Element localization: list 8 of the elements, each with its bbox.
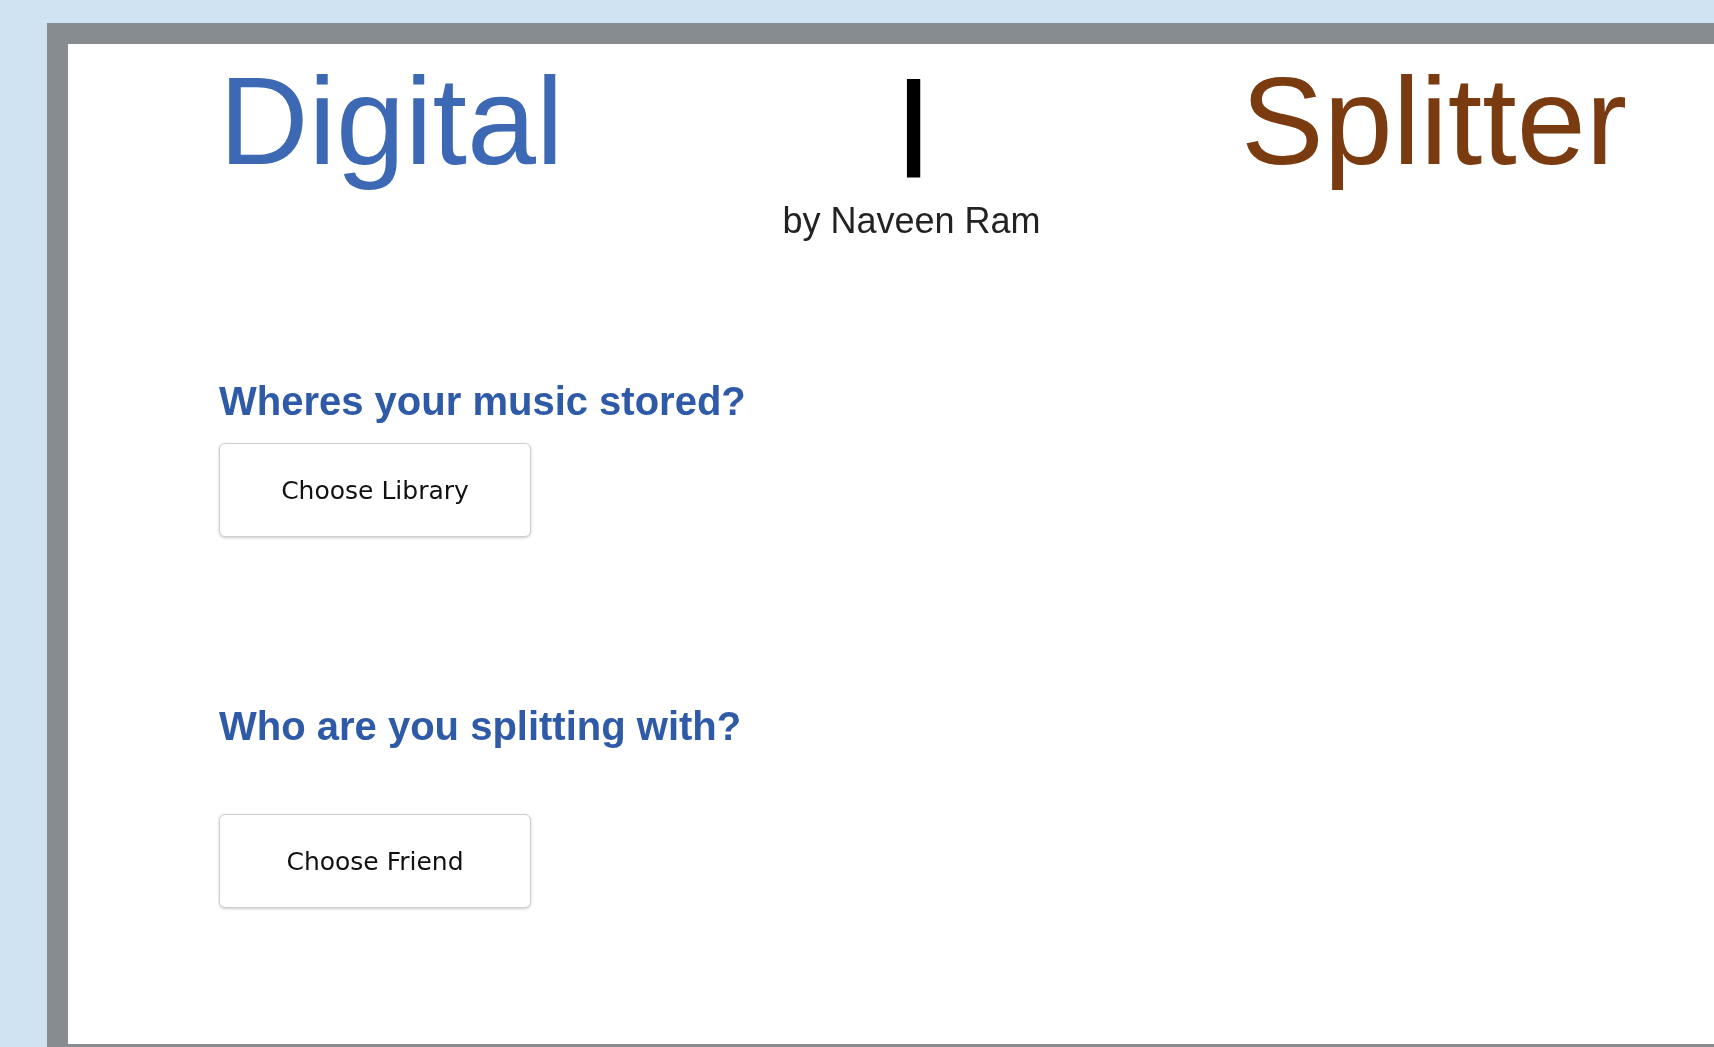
title-text: Digital — [219, 51, 565, 192]
title-text: Splitter — [1241, 51, 1628, 192]
question-heading: Who are you splitting with? — [219, 703, 742, 751]
title-separator: | — [899, 59, 929, 180]
question-heading: Wheres your music stored? — [219, 378, 746, 426]
choose-button[interactable]: Choose Library — [219, 443, 531, 538]
choose-button[interactable]: Choose Friend — [219, 814, 531, 909]
subtitle: by Naveen Ram — [782, 199, 1041, 243]
